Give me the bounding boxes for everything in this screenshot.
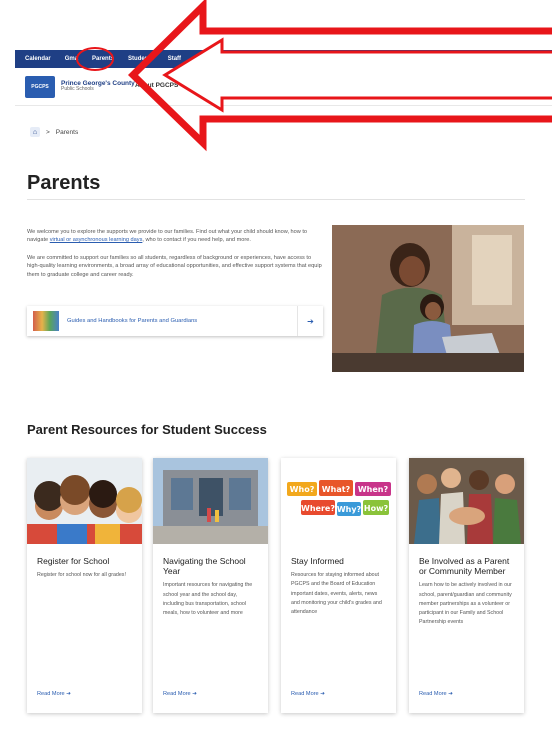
guides-thumbnail (33, 311, 59, 331)
register-card-image (27, 458, 142, 544)
stay-informed-card-image: Who? What? When? Where? Why? How? (281, 458, 396, 544)
utility-link-calendar[interactable]: Calendar (25, 56, 51, 62)
intro-paragraph-1: We welcome you to explore the supports w… (27, 228, 325, 245)
site-header: PGCPS Prince George's County Public Scho… (15, 68, 552, 106)
register-read-more-link[interactable]: Read More ➔ (37, 691, 71, 697)
word-where: Where? (301, 504, 335, 513)
nav-enroll[interactable]: Enroll (264, 82, 282, 89)
register-card-title: Register for School (37, 556, 110, 566)
utility-link-staff[interactable]: Staff (168, 56, 181, 62)
navigating-card-desc: Important resources for navigating the s… (163, 582, 253, 617)
resource-card-stay-informed[interactable]: Who? What? When? Where? Why? How? Stay I… (281, 458, 396, 713)
navigating-read-more-link[interactable]: Read More ➔ (163, 691, 197, 697)
utility-link-students[interactable]: Students (128, 56, 154, 62)
stay-informed-card-desc: Resources for staying informed about PGC… (291, 572, 382, 616)
logo-line-2: Public Schools (61, 86, 94, 93)
nav-careers[interactable]: Careers (407, 82, 431, 89)
hero-photo-mother-and-child (332, 225, 524, 372)
pgcps-logo[interactable]: PGCPS (25, 75, 55, 98)
be-involved-card-title: Be Involved as a Parent or Community Mem… (419, 556, 510, 577)
utility-bar: Calendar Gma Parents Students Staff (15, 50, 552, 68)
main-nav: About PGCPS Academics Board Enroll Newsr… (135, 82, 488, 89)
nav-board[interactable]: Board (235, 82, 254, 89)
nav-about[interactable]: About PGCPS (135, 82, 178, 89)
word-why: Why? (337, 505, 362, 514)
nav-offices[interactable]: Offices (338, 82, 360, 89)
hero-photo-illustration (332, 225, 524, 372)
register-card-desc: Register for school now for all grades! (37, 572, 126, 579)
nav-newsroom[interactable]: Newsroom (294, 82, 327, 89)
nav-schools[interactable]: Schools (371, 82, 396, 89)
intro-text: We welcome you to explore the supports w… (27, 228, 325, 288)
stay-informed-read-more-link[interactable]: Read More ➔ (291, 691, 325, 697)
intro-paragraph-2: We are committed to support our families… (27, 254, 322, 278)
word-how: How? (364, 504, 389, 513)
resource-card-navigating[interactable]: Navigating the School Year Important res… (153, 458, 268, 713)
title-divider (27, 199, 525, 200)
word-what: What? (322, 485, 351, 494)
breadcrumb-current: Parents (55, 128, 79, 136)
be-involved-card-desc: Learn how to be actively involved in our… (419, 582, 512, 626)
breadcrumb-separator: > (46, 128, 50, 136)
home-icon[interactable]: ⌂ (30, 127, 40, 137)
guides-card[interactable]: Guides and Handbooks for Parents and Gua… (27, 306, 323, 336)
utility-link-gmail[interactable]: Gma (65, 56, 78, 62)
guides-card-label[interactable]: Guides and Handbooks for Parents and Gua… (67, 318, 297, 324)
resource-card-register[interactable]: Register for School Register for school … (27, 458, 142, 713)
resources-section-title: Parent Resources for Student Success (27, 422, 267, 437)
word-when: When? (358, 485, 389, 494)
nav-academics[interactable]: Academics (189, 82, 223, 89)
be-involved-read-more-link[interactable]: Read More ➔ (419, 691, 453, 697)
virtual-learning-link[interactable]: virtual or asynchronous learning days (50, 237, 143, 243)
logo-text[interactable]: Prince George's County Public Schools (61, 80, 135, 93)
stay-informed-card-title: Stay Informed (291, 556, 344, 566)
word-who: Who? (290, 485, 315, 494)
utility-link-parents[interactable]: Parents (92, 56, 114, 62)
navigating-card-title: Navigating the School Year (163, 556, 246, 577)
arrow-right-icon[interactable]: ➔ (297, 306, 323, 336)
breadcrumb: ⌂ > Parents (30, 127, 78, 137)
resource-card-be-involved[interactable]: Be Involved as a Parent or Community Mem… (409, 458, 524, 713)
be-involved-card-image (409, 458, 524, 544)
page-title: Parents (27, 172, 101, 194)
intro-p1-after: , who to contact if you need help, and m… (142, 237, 251, 244)
nav-contact[interactable]: Contact Us (443, 82, 477, 89)
navigating-card-image (153, 458, 268, 544)
